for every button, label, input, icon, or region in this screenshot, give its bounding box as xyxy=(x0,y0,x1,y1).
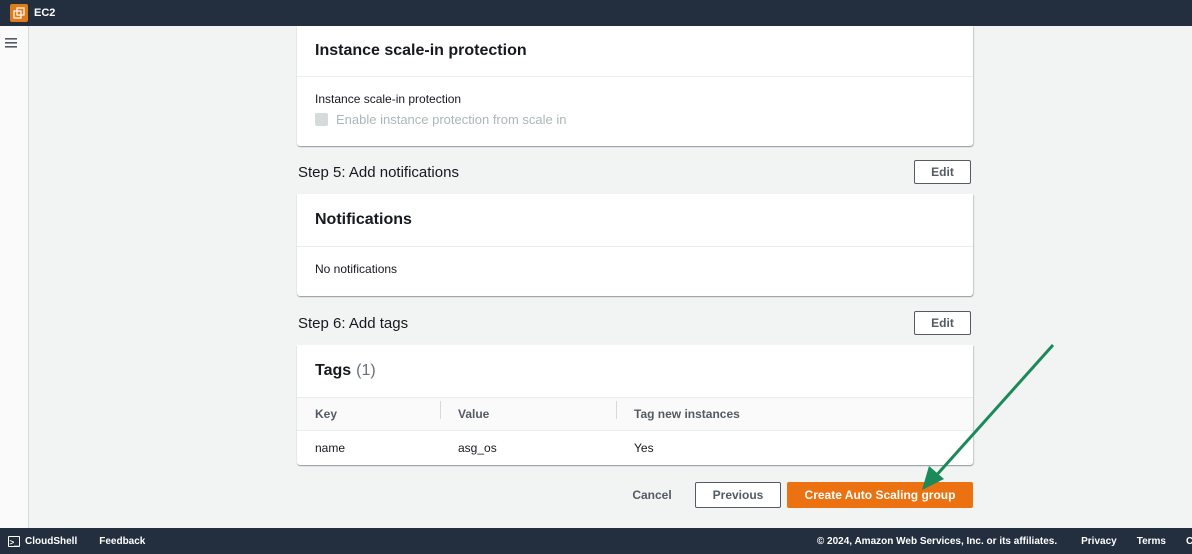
tags-card: Tags (1) Key Value Tag new instances nam… xyxy=(297,345,973,465)
step5-edit-button[interactable]: Edit xyxy=(914,160,971,184)
terms-link[interactable]: Terms xyxy=(1137,536,1166,547)
top-navigation-bar: EC2 xyxy=(0,0,1192,26)
tag-value-cell: asg_os xyxy=(458,440,497,455)
ec2-service-icon[interactable] xyxy=(10,4,28,22)
tags-card-header: Tags (1) xyxy=(297,345,973,397)
scale-in-protection-checkbox-row: Enable instance protection from scale in xyxy=(315,112,955,127)
scale-in-protection-checkbox[interactable] xyxy=(315,113,328,126)
tag-count: (1) xyxy=(356,362,376,379)
scale-in-protection-card: Instance scale-in protection Instance sc… xyxy=(297,26,973,146)
step6-title: Step 6: Add tags xyxy=(298,315,409,332)
tag-key-cell: name xyxy=(315,440,346,455)
step6-edit-button[interactable]: Edit xyxy=(914,311,971,335)
previous-button[interactable]: Previous xyxy=(695,482,781,508)
cloudshell-link[interactable]: CloudShell xyxy=(25,536,77,547)
cookie-preferences-link[interactable]: C xyxy=(1186,536,1192,547)
copyright-text: © 2024, Amazon Web Services, Inc. or its… xyxy=(816,535,1058,547)
card-title: Notifications xyxy=(297,194,973,247)
feedback-link[interactable]: Feedback xyxy=(99,536,145,547)
tag-new-instances-cell: Yes xyxy=(634,440,654,455)
cancel-button[interactable]: Cancel xyxy=(624,482,680,508)
card-title: Tags xyxy=(315,362,352,379)
notifications-card: Notifications No notifications xyxy=(297,194,973,296)
hamburger-menu-icon[interactable] xyxy=(4,36,18,54)
notifications-empty-text: No notifications xyxy=(315,262,398,276)
checkbox-label: Enable instance protection from scale in xyxy=(336,112,567,127)
create-auto-scaling-group-button[interactable]: Create Auto Scaling group xyxy=(787,482,973,508)
console-footer: >_ CloudShell Feedback © 2024, Amazon We… xyxy=(0,528,1192,554)
table-row: name asg_os Yes xyxy=(297,431,973,464)
cloudshell-icon[interactable]: >_ xyxy=(8,535,20,547)
service-name[interactable]: EC2 xyxy=(34,7,55,19)
field-label: Instance scale-in protection xyxy=(315,92,462,106)
privacy-link[interactable]: Privacy xyxy=(1081,536,1117,547)
tags-table-header: Key Value Tag new instances xyxy=(297,397,973,431)
column-header-key: Key xyxy=(315,407,338,421)
column-header-value: Value xyxy=(440,401,616,421)
card-title: Instance scale-in protection xyxy=(297,26,973,77)
column-header-tag-new-instances: Tag new instances xyxy=(616,401,973,421)
step5-title: Step 5: Add notifications xyxy=(298,164,459,181)
side-navigation-rail xyxy=(0,26,29,528)
